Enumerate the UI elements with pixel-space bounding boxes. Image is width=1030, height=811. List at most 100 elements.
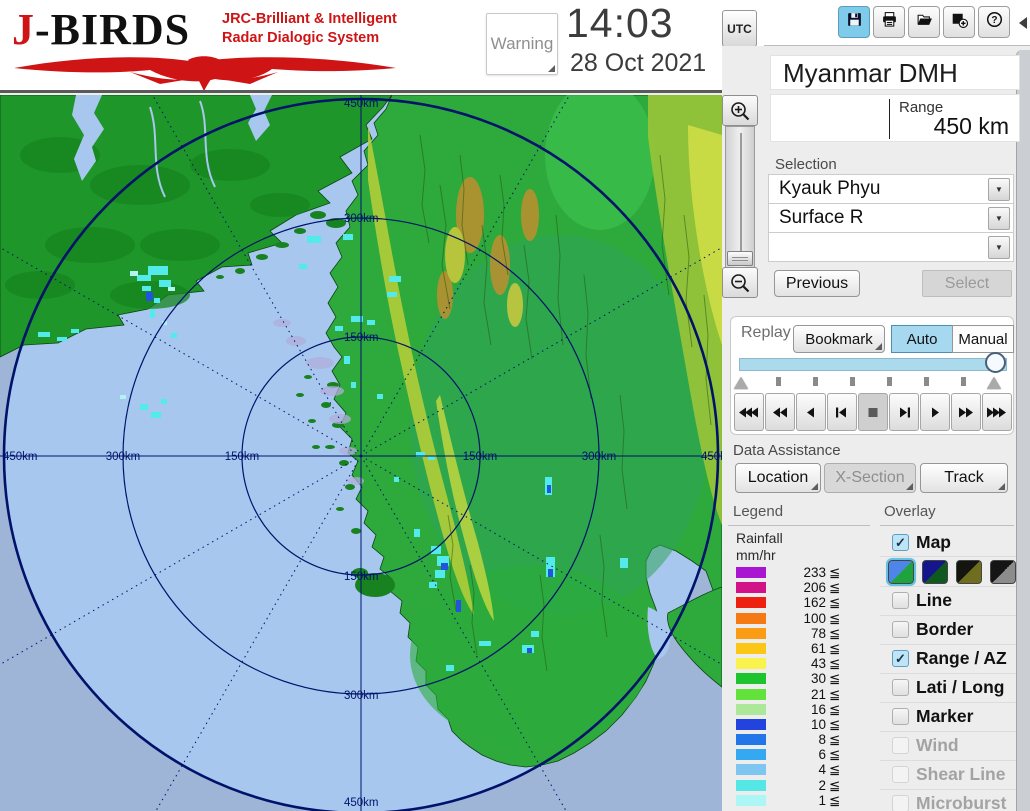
legend-operator: ≦: [829, 611, 840, 627]
overlay-item-line[interactable]: Line: [880, 586, 1016, 615]
overlay-item-shear-line[interactable]: Shear Line: [880, 760, 1016, 789]
map-zoom-control: [721, 95, 759, 301]
overlay-label-wind: Wind: [916, 735, 959, 756]
checkbox-map[interactable]: ✓: [892, 534, 909, 551]
legend-color-swatch: [736, 673, 766, 684]
save-button[interactable]: [838, 6, 870, 38]
selection-dropdown-0[interactable]: Kyauk Phyu ▼: [768, 174, 1014, 204]
overlay-item-wind[interactable]: Wind: [880, 731, 1016, 760]
selection-dropdown-1[interactable]: Surface R ▼: [768, 203, 1014, 233]
da-button-label: Track: [944, 469, 983, 487]
checkbox-range-az[interactable]: ✓: [892, 650, 909, 667]
overlay-item-range-az[interactable]: ✓Range / AZ: [880, 644, 1016, 673]
map-style-swatch-0[interactable]: [888, 560, 914, 584]
replay-progress-track[interactable]: [739, 358, 1007, 371]
playback-fast-rewind-button[interactable]: [734, 393, 764, 431]
slider-tick: [961, 377, 966, 386]
radar-map-svg: 450km 300km 150km 150km 300km 450km 450k…: [0, 95, 722, 811]
bookmark-menu-corner-icon: [875, 343, 882, 350]
da-button-label: Location: [748, 469, 809, 487]
legend-row: 78 ≦: [736, 626, 866, 641]
legend-row: 21 ≦: [736, 687, 866, 702]
legend-operator: ≦: [829, 626, 840, 642]
panel-collapse-icon[interactable]: [1019, 17, 1027, 29]
manual-mode-button[interactable]: Manual: [952, 325, 1014, 353]
legend-value: 10: [770, 717, 826, 732]
legend-operator: ≦: [829, 595, 840, 611]
rewind-icon: [769, 407, 791, 418]
legend-color-swatch: [736, 613, 766, 624]
slider-start-marker-icon: [734, 377, 748, 389]
overlay-item-border[interactable]: Border: [880, 615, 1016, 644]
legend-operator: ≦: [829, 580, 840, 596]
playback-step-back-button[interactable]: [796, 393, 826, 431]
legend-unit-line2: mm/hr: [736, 547, 776, 563]
playback-fastest-forward-button[interactable]: [982, 393, 1012, 431]
clock-time: 14:03: [566, 0, 674, 47]
playback-controls: [734, 393, 1012, 431]
help-button[interactable]: ?: [978, 6, 1010, 38]
select-button[interactable]: Select: [922, 270, 1012, 297]
checkbox-marker[interactable]: [892, 708, 909, 725]
zoom-slider-handle[interactable]: [727, 251, 753, 266]
replay-slider-ticks: [731, 375, 1015, 391]
replay-slider-handle[interactable]: [985, 352, 1006, 373]
playback-fast-forward-button[interactable]: [951, 393, 981, 431]
export-image-button[interactable]: [943, 6, 975, 38]
playback-stop-button[interactable]: [858, 393, 888, 431]
legend-row: 233 ≦: [736, 565, 866, 580]
bookmark-button[interactable]: Bookmark: [793, 325, 885, 353]
chevron-down-icon[interactable]: ▼: [988, 236, 1010, 259]
legend-unit-line1: Rainfall: [736, 530, 783, 546]
ring-label-150-e: 150km: [463, 451, 498, 463]
eagle-icon: [10, 54, 400, 92]
selection-dropdown-1-value: Surface R: [779, 207, 863, 229]
legend-row: 1 ≦: [736, 793, 866, 808]
location-button[interactable]: Location: [735, 463, 821, 493]
legend-underline: [728, 525, 870, 526]
map-style-swatch-2[interactable]: [956, 560, 982, 584]
chevron-down-icon[interactable]: ▼: [988, 178, 1010, 201]
selection-dropdown-2[interactable]: ▼: [768, 232, 1014, 262]
logo-tagline: JRC-Brilliant & Intelligent Radar Dialog…: [222, 10, 397, 48]
auto-mode-button[interactable]: Auto: [891, 325, 953, 353]
overlay-item-microburst[interactable]: Microburst: [880, 789, 1016, 811]
legend-value: 100: [770, 611, 826, 626]
overlay-item-map[interactable]: ✓Map: [880, 529, 1016, 556]
range-value: 450 km: [934, 113, 1009, 140]
zoom-in-button[interactable]: [722, 95, 758, 126]
overlay-item-lati-long[interactable]: Lati / Long: [880, 673, 1016, 702]
jbirds-window: J-BIRDS JRC-Brilliant & Intelligent Rada…: [0, 0, 1030, 811]
legend-operator: ≦: [829, 778, 840, 794]
legend-color-swatch: [736, 597, 766, 608]
data-assistance-label: Data Assistance: [733, 442, 841, 459]
checkbox-line[interactable]: [892, 592, 909, 609]
zoom-slider-track[interactable]: [725, 126, 755, 269]
x-section-button[interactable]: X-Section: [824, 463, 916, 493]
playback-skip-to-end-button[interactable]: [889, 393, 919, 431]
playback-rewind-button[interactable]: [765, 393, 795, 431]
overlay-item-marker[interactable]: Marker: [880, 702, 1016, 731]
open-folder-button[interactable]: [908, 6, 940, 38]
radar-map[interactable]: 450km 300km 150km 150km 300km 450km 450k…: [0, 95, 722, 811]
playback-skip-to-start-button[interactable]: [827, 393, 857, 431]
print-button[interactable]: [873, 6, 905, 38]
legend-color-swatch: [736, 795, 766, 806]
legend-scale: 233 ≦ 206 ≦ 162 ≦ 100 ≦ 78 ≦ 61 ≦ 43 ≦ 3…: [736, 565, 866, 808]
legend-color-swatch: [736, 734, 766, 745]
map-style-swatch-1[interactable]: [922, 560, 948, 584]
checkbox-border[interactable]: [892, 621, 909, 638]
playback-play-button[interactable]: [920, 393, 950, 431]
checkbox-lati-long[interactable]: [892, 679, 909, 696]
utc-button-label: UTC: [727, 22, 752, 36]
legend-row: 206 ≦: [736, 580, 866, 595]
previous-button[interactable]: Previous: [774, 270, 860, 297]
track-button[interactable]: Track: [920, 463, 1008, 493]
utc-button[interactable]: UTC: [722, 10, 757, 47]
map-style-swatch-3[interactable]: [990, 560, 1016, 584]
ring-label-300-e: 300km: [582, 451, 617, 463]
zoom-out-button[interactable]: [722, 267, 758, 298]
overlay-label-shear-line: Shear Line: [916, 764, 1005, 785]
chevron-down-icon[interactable]: ▼: [988, 207, 1010, 230]
warning-button[interactable]: Warning: [486, 13, 558, 75]
